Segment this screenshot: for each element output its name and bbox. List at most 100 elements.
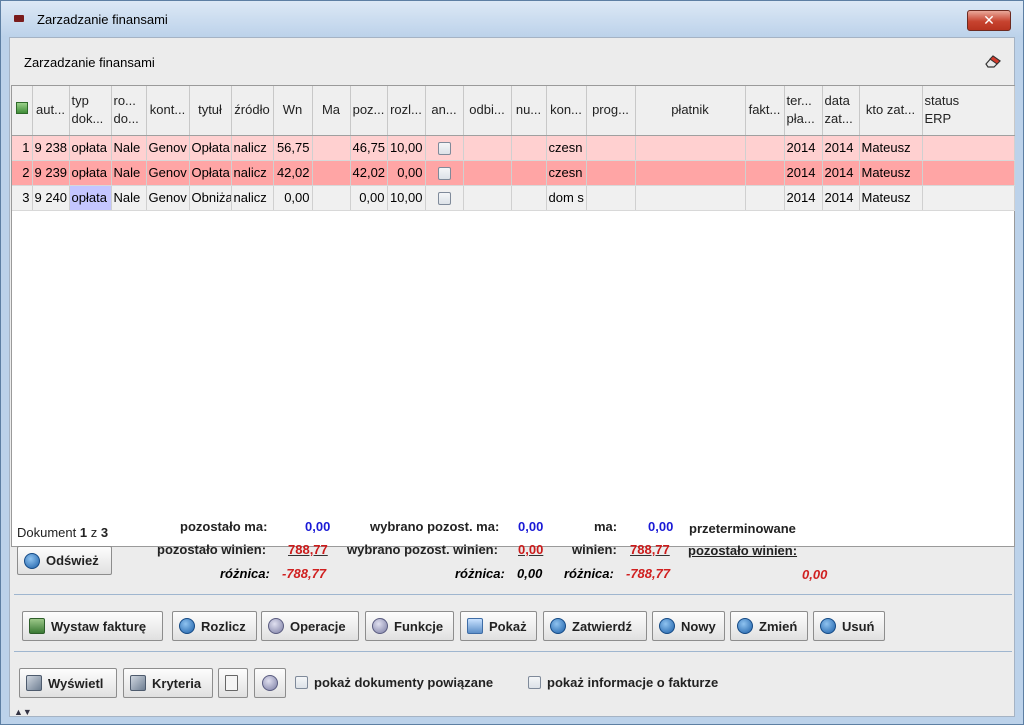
column-header[interactable]: rozl... bbox=[387, 86, 426, 136]
table-cell[interactable]: Genov bbox=[146, 160, 190, 186]
table-cell[interactable]: 9 238 bbox=[32, 135, 70, 161]
table-cell[interactable]: opłata bbox=[69, 185, 112, 211]
table-cell[interactable] bbox=[425, 160, 464, 186]
table-cell[interactable]: Mateusz bbox=[859, 160, 923, 186]
column-header[interactable]: odbi... bbox=[463, 86, 512, 136]
table-cell[interactable] bbox=[586, 185, 636, 211]
column-header[interactable]: aut... bbox=[32, 86, 70, 136]
confirm-button[interactable]: Zatwierdź bbox=[543, 611, 647, 641]
table-cell[interactable]: 2014 bbox=[822, 160, 860, 186]
row-checkbox[interactable] bbox=[437, 167, 451, 181]
table-cell[interactable]: 9 240 bbox=[32, 185, 70, 211]
refresh-button[interactable]: Odśwież bbox=[17, 546, 112, 575]
table-cell[interactable]: 0,00 bbox=[273, 185, 313, 211]
table-cell[interactable]: nalicz bbox=[231, 185, 274, 211]
operations-button[interactable]: Operacje bbox=[261, 611, 359, 641]
column-header[interactable]: płatnik bbox=[635, 86, 746, 136]
table-cell[interactable]: Nale bbox=[111, 135, 147, 161]
table-cell[interactable] bbox=[922, 185, 1015, 211]
table-cell[interactable] bbox=[635, 160, 746, 186]
column-header[interactable]: tytuł bbox=[189, 86, 232, 136]
table-cell[interactable] bbox=[586, 160, 636, 186]
table-cell[interactable]: 2014 bbox=[822, 185, 860, 211]
table-cell[interactable]: 42,02 bbox=[273, 160, 313, 186]
column-header[interactable]: typ dok... bbox=[69, 86, 112, 136]
column-header[interactable]: Ma bbox=[312, 86, 351, 136]
table-cell[interactable]: 2014 bbox=[784, 185, 823, 211]
table-cell[interactable]: 3 bbox=[12, 185, 33, 211]
column-header[interactable]: poz... bbox=[350, 86, 388, 136]
table-cell[interactable] bbox=[425, 135, 464, 161]
table-cell[interactable]: 10,00 bbox=[387, 135, 426, 161]
edit-button[interactable]: Zmień bbox=[730, 611, 808, 641]
table-cell[interactable] bbox=[511, 135, 547, 161]
table-cell[interactable]: dom s bbox=[546, 185, 587, 211]
new-button[interactable]: Nowy bbox=[652, 611, 725, 641]
table-cell[interactable] bbox=[745, 135, 785, 161]
table-cell[interactable]: Mateusz bbox=[859, 185, 923, 211]
table-cell[interactable] bbox=[745, 185, 785, 211]
table-cell[interactable]: 2014 bbox=[822, 135, 860, 161]
column-header[interactable]: kon... bbox=[546, 86, 587, 136]
table-cell[interactable]: czesn bbox=[546, 135, 587, 161]
table-cell[interactable]: nalicz bbox=[231, 160, 274, 186]
table-cell[interactable]: Obniża bbox=[189, 185, 232, 211]
table-cell[interactable] bbox=[312, 185, 351, 211]
delete-button[interactable]: Usuń bbox=[813, 611, 885, 641]
column-header[interactable]: kto zat... bbox=[859, 86, 923, 136]
table-cell[interactable]: 46,75 bbox=[350, 135, 388, 161]
criteria-button[interactable]: Kryteria bbox=[123, 668, 213, 698]
table-row[interactable]: 39 240 opłata Nale Genov Obniża nalicz 0,00 0,0… bbox=[12, 185, 1015, 211]
table-cell[interactable]: Opłata bbox=[189, 160, 232, 186]
show-button[interactable]: Pokaż bbox=[460, 611, 537, 641]
show-invoice-info-checkbox[interactable]: pokaż informacje o fakturze bbox=[528, 675, 718, 690]
document-list-button[interactable] bbox=[218, 668, 248, 698]
table-cell[interactable]: Nale bbox=[111, 160, 147, 186]
table-cell[interactable] bbox=[425, 185, 464, 211]
table-cell[interactable] bbox=[586, 135, 636, 161]
table-cell[interactable]: 42,02 bbox=[350, 160, 388, 186]
table-cell[interactable] bbox=[463, 160, 512, 186]
table-cell[interactable] bbox=[312, 160, 351, 186]
table-cell[interactable]: 2014 bbox=[784, 160, 823, 186]
title-bar[interactable]: Zarzadzanie finansami ✕ bbox=[1, 1, 1023, 37]
table-cell[interactable] bbox=[635, 135, 746, 161]
table-cell[interactable] bbox=[312, 135, 351, 161]
table-cell[interactable] bbox=[635, 185, 746, 211]
table-cell[interactable]: 56,75 bbox=[273, 135, 313, 161]
issue-invoice-button[interactable]: Wystaw fakturę bbox=[22, 611, 163, 641]
table-cell[interactable]: Genov bbox=[146, 185, 190, 211]
table-cell[interactable]: opłata bbox=[69, 160, 112, 186]
close-button[interactable]: ✕ bbox=[967, 10, 1011, 31]
settle-button[interactable]: Rozlicz bbox=[172, 611, 257, 641]
table-row[interactable]: 19 238 opłata Nale Genov Opłata nalicz 56,75 46… bbox=[12, 135, 1015, 161]
display-button[interactable]: Wyświetl bbox=[19, 668, 117, 698]
column-header[interactable]: ro... do... bbox=[111, 86, 147, 136]
functions-button[interactable]: Funkcje bbox=[365, 611, 454, 641]
table-cell[interactable]: 0,00 bbox=[350, 185, 388, 211]
table-cell[interactable] bbox=[922, 160, 1015, 186]
table-cell[interactable] bbox=[511, 185, 547, 211]
scroll-arrows-icon[interactable]: ▲▼ bbox=[14, 707, 32, 717]
column-header[interactable]: status ERP bbox=[922, 86, 1015, 136]
row-number-header[interactable] bbox=[12, 86, 33, 136]
table-cell[interactable]: Genov bbox=[146, 135, 190, 161]
column-header[interactable]: prog... bbox=[586, 86, 636, 136]
show-related-documents-checkbox[interactable]: pokaż dokumenty powiązane bbox=[295, 675, 493, 690]
table-cell[interactable] bbox=[922, 135, 1015, 161]
column-header[interactable]: an... bbox=[425, 86, 464, 136]
table-cell[interactable]: czesn bbox=[546, 160, 587, 186]
table-row[interactable]: 29 239 opłata Nale Genov Opłata nalicz 42,02 42… bbox=[12, 160, 1015, 186]
table-cell[interactable]: 9 239 bbox=[32, 160, 70, 186]
row-checkbox[interactable] bbox=[437, 142, 451, 156]
table-cell[interactable]: 10,00 bbox=[387, 185, 426, 211]
table-cell[interactable] bbox=[511, 160, 547, 186]
documents-table[interactable]: aut... typ dok... ro... do... kont... tytuł źró… bbox=[11, 85, 1015, 547]
eraser-icon[interactable] bbox=[984, 53, 1002, 69]
checkbox[interactable] bbox=[295, 676, 308, 689]
column-header[interactable]: Wn bbox=[273, 86, 313, 136]
checkbox[interactable] bbox=[528, 676, 541, 689]
table-cell[interactable]: Opłata bbox=[189, 135, 232, 161]
table-cell[interactable]: 2014 bbox=[784, 135, 823, 161]
print-button[interactable] bbox=[254, 668, 286, 698]
